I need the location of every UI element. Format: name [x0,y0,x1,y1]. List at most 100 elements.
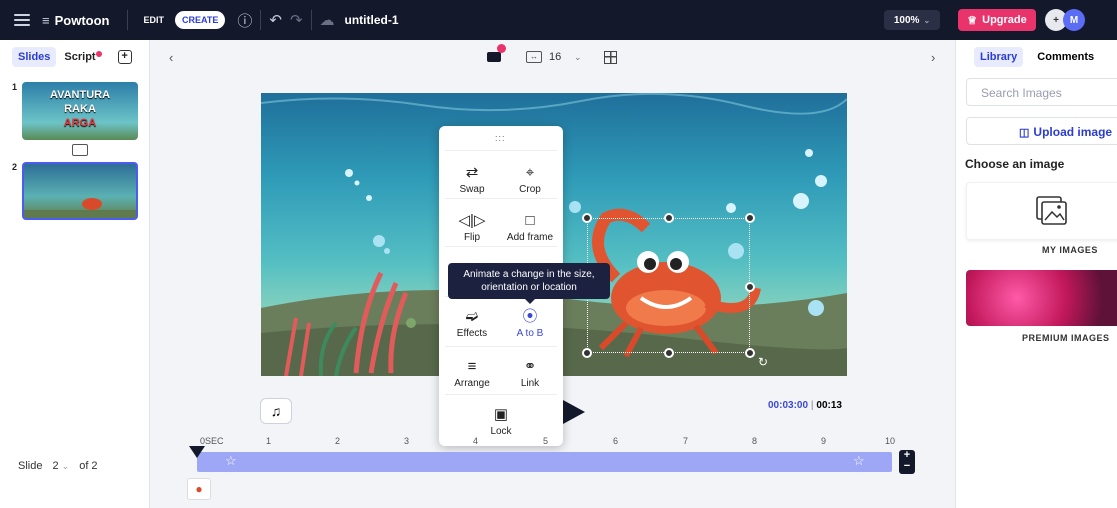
tab-comments[interactable]: Comments [1037,51,1094,63]
resize-handle[interactable] [664,348,674,358]
ruler-label: 10 [885,436,896,446]
timeline-track[interactable]: ☆ ☆ [197,452,892,472]
chevron-left-icon[interactable]: ‹ [169,50,173,65]
menu-item-label: Crop [519,184,541,195]
menu-item-arrange[interactable]: ≡ Arrange [441,356,503,389]
slide-transition-icon[interactable] [72,144,88,156]
library-panel: Library Comments Search Images ◫ Upload i… [955,40,1117,508]
music-button[interactable]: ♫ [260,398,292,424]
menu-item-a-to-b[interactable]: ⦿ A to B [499,306,561,339]
exit-animation-icon[interactable]: ☆ [853,453,865,469]
ruler-label: 0SEC [200,436,224,446]
resize-handle[interactable] [745,348,755,358]
frame-icon: □ [525,212,535,229]
rotate-handle-icon[interactable]: ↻ [758,355,768,369]
menu-item-link[interactable]: ⚭ Link [499,356,561,389]
slide-thumbnail-2[interactable] [22,162,138,220]
time-separator: | [810,400,814,411]
undo-icon[interactable]: ↶ [269,11,282,29]
total-time[interactable]: 00:13 [816,400,842,411]
ruler-label: 4 [473,436,479,446]
flip-icon: ◁|▷ [458,212,486,229]
a-to-b-tooltip: Animate a change in the size, orientatio… [448,263,610,304]
menu-item-label: A to B [516,328,544,339]
menu-item-crop[interactable]: ⌖ Crop [499,162,561,195]
tab-library[interactable]: Library [974,47,1024,67]
resize-handle[interactable] [582,213,592,223]
menu-item-flip[interactable]: ◁|▷ Flip [441,210,503,243]
search-images-input[interactable]: Search Images [966,78,1117,106]
grid-width-icon[interactable]: ↔ [526,51,542,63]
timeline-ruler[interactable]: 0SEC 1 2 3 4 5 6 7 8 9 10 [195,436,895,450]
layers-icon: ≡ [467,358,477,375]
ruler-label: 2 [335,436,341,446]
divider [445,198,557,199]
chevron-right-icon[interactable]: › [931,50,935,65]
enter-animation-icon[interactable]: ☆ [225,453,237,469]
ruler-label: 7 [683,436,689,446]
slide-number: 1 [12,82,18,92]
divider [445,394,557,395]
grid-size-value[interactable]: 16 [549,51,561,63]
premium-images-label: PREMIUM IMAGES [1022,333,1110,343]
ruler-label: 9 [821,436,827,446]
edit-mode-button[interactable]: EDIT [136,11,171,29]
menu-item-lock[interactable]: ▣ Lock [470,404,532,437]
collaborators: + M [1045,9,1085,31]
ruler-label: 1 [266,436,272,446]
my-images-tile[interactable] [966,182,1117,240]
slide-pager: Slide 2 ⌄ of 2 [18,460,98,472]
menu-item-label: Effects [456,328,488,339]
slide-pager-label: Slide [18,460,43,472]
play-button[interactable] [563,400,585,424]
premium-images-tile[interactable] [966,270,1117,326]
slide-title-line: RAKA [64,103,96,115]
divider [445,150,557,151]
add-slide-icon[interactable]: + [117,50,132,64]
grid-toggle-icon[interactable] [604,50,617,64]
resize-handle[interactable] [745,282,755,292]
tab-slides[interactable]: Slides [12,47,57,67]
menu-item-add-frame[interactable]: □ Add frame [499,210,561,243]
a-to-b-icon: ⦿ [522,308,538,325]
hamburger-menu-icon[interactable] [14,11,30,29]
redo-icon[interactable]: ↷ [290,11,303,29]
help-icon[interactable]: ⓘ [237,10,252,31]
divider [445,246,557,247]
selection-box [587,218,750,353]
choose-image-heading: Choose an image [965,157,1065,171]
resize-handle[interactable] [745,213,755,223]
playhead[interactable] [189,446,205,458]
avatar[interactable]: M [1063,9,1085,31]
chevron-down-icon: ⌄ [923,15,931,25]
slide-thumbnail-art [24,198,136,218]
timeline-zoom-control[interactable]: + − [899,450,915,474]
canvas-toolbar: ‹ ↔ 16 ⌄ › [151,40,954,74]
slide-pager-total: of 2 [79,460,98,472]
cloud-save-icon: ☁ [319,12,335,29]
chevron-down-icon[interactable]: ⌄ [574,52,582,63]
create-mode-button[interactable]: CREATE [175,11,226,29]
tab-script[interactable]: Script [64,51,102,63]
menu-item-effects[interactable]: ➫ Effects [441,306,503,339]
link-icon: ⚭ [523,358,537,375]
file-name[interactable]: untitled-1 [345,13,399,27]
slide-pager-select[interactable]: 2 ⌄ [52,460,69,472]
zoom-select[interactable]: 100% ⌄ [884,10,940,30]
app-name: Powtoon [54,12,110,28]
upgrade-button[interactable]: ♕ Upgrade [958,9,1036,31]
timecode: 00:03:00 | 00:13 [768,400,842,411]
my-images-label: MY IMAGES [1042,245,1098,255]
menu-item-swap[interactable]: ⇄ Swap [441,162,503,195]
app-logo[interactable]: ≡ Powtoon [42,13,109,28]
drag-grip-icon[interactable]: ::: [495,133,506,143]
slide-thumbnail-1[interactable]: AVANTURA RAKA ARGA [22,82,138,140]
layer-crab-thumbnail[interactable]: ● [187,478,211,500]
upload-image-button[interactable]: ◫ Upload image [966,117,1117,145]
camera-record-icon[interactable] [487,52,501,62]
resize-handle[interactable] [582,348,592,358]
resize-handle[interactable] [664,213,674,223]
slide-number: 2 [12,162,18,172]
powtoon-logo-icon: ≡ [42,12,50,28]
zoom-value: 100% [893,14,920,26]
